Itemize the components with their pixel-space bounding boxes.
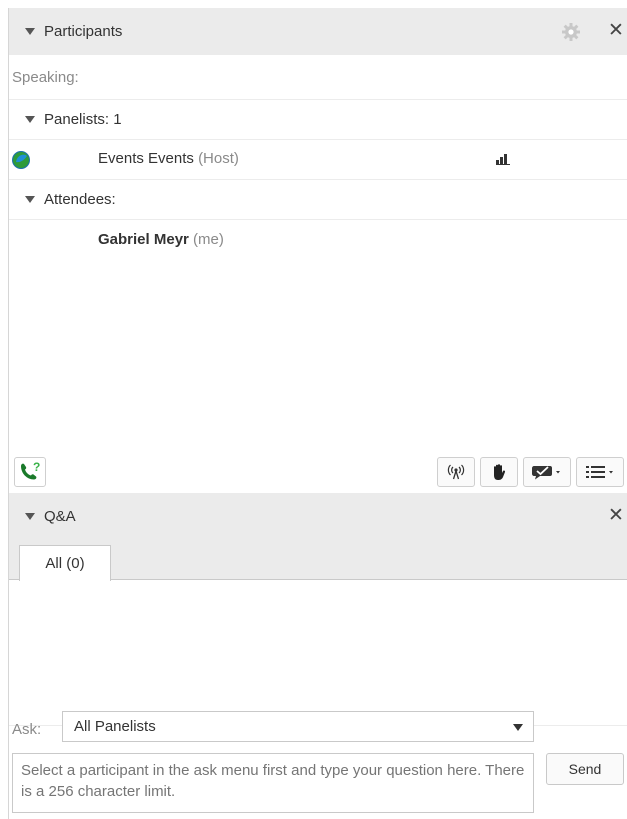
close-icon[interactable]: ✕ [605,504,627,528]
participants-title: Participants [44,23,123,40]
phone-help-icon[interactable]: ? [14,457,46,487]
gear-icon[interactable] [560,21,582,43]
list-menu-icon[interactable] [576,457,624,487]
participant-name-text: Events Events [98,150,194,167]
audio-signal-icon [496,154,510,165]
qa-question-list [9,580,627,726]
chat-bubble-dropdown-icon[interactable] [523,457,571,487]
attendee-row[interactable]: Gabriel Meyr (me) [98,231,224,248]
qa-header[interactable]: Q&A ✕ [9,493,627,540]
ask-label: Ask: [12,721,42,738]
participants-header[interactable]: Participants ✕ [9,8,627,55]
ask-selected-value: All Panelists [74,718,156,735]
participant-name: Events Events (Host) [98,150,239,167]
participants-panel: Participants ✕ Speaking: Panelists: 1 Ev… [8,8,627,493]
chevron-down-icon [513,724,523,731]
svg-text:?: ? [33,460,40,474]
speaking-label: Speaking: [12,68,79,86]
participant-role: (Host) [198,150,239,167]
panelists-section[interactable]: Panelists: 1 [9,100,627,140]
qa-title: Q&A [44,508,76,525]
ask-row: Ask: All Panelists [9,709,627,749]
attendees-label: Attendees: [44,191,116,208]
qa-panel: Q&A ✕ All (0) Ask: All Panelists Send [8,493,627,819]
question-input[interactable] [12,753,534,813]
collapse-triangle-icon[interactable] [25,196,35,203]
participants-toolbar: ? [9,453,627,493]
participant-row-host[interactable]: Events Events (Host) [9,140,627,180]
attendee-me-tag: (me) [193,231,224,248]
collapse-triangle-icon[interactable] [25,116,35,123]
presence-status-icon [12,150,30,169]
panelists-label: Panelists: 1 [44,111,122,128]
send-button[interactable]: Send [546,753,624,785]
collapse-triangle-icon[interactable] [25,28,35,35]
attendees-section[interactable]: Attendees: [9,180,627,220]
raise-hand-icon[interactable] [480,457,518,487]
broadcast-icon[interactable] [437,457,475,487]
attendee-name: Gabriel Meyr [98,231,189,248]
ask-recipient-select[interactable]: All Panelists [62,711,534,742]
tab-all[interactable]: All (0) [19,545,111,581]
close-icon[interactable]: ✕ [605,19,627,43]
qa-tabs: All (0) [9,540,627,581]
collapse-triangle-icon[interactable] [25,513,35,520]
speaking-row: Speaking: [9,55,627,100]
